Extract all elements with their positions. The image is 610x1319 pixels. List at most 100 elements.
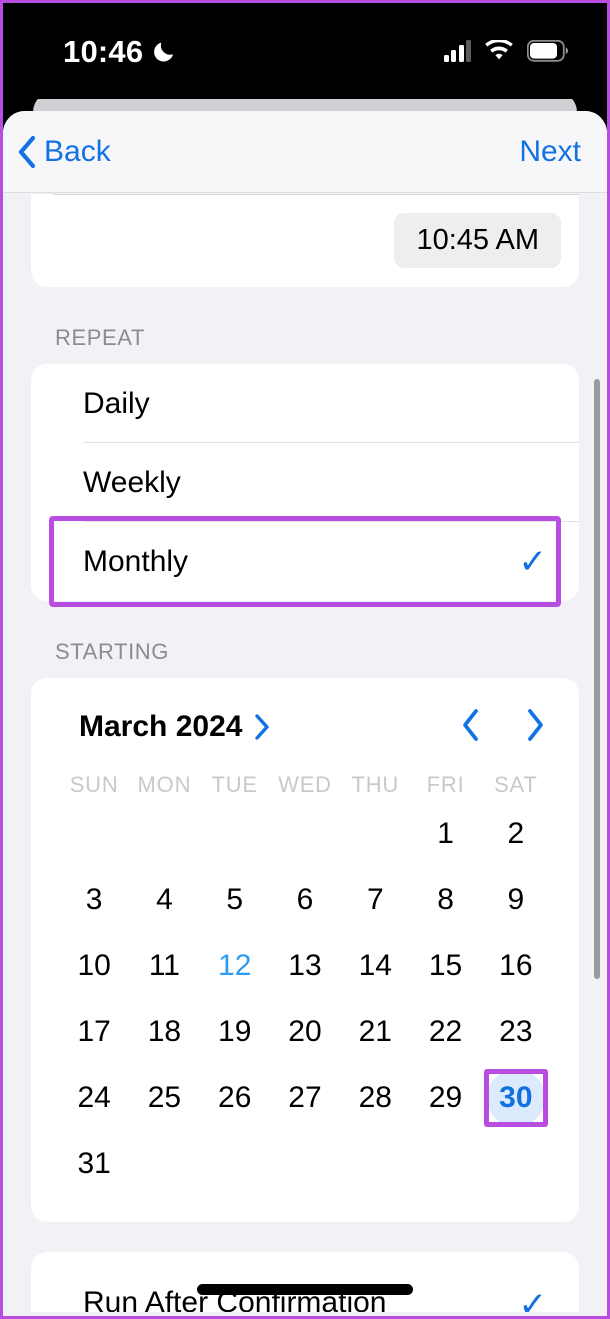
calendar-day-label: 24 xyxy=(77,1081,111,1114)
calendar-day-label: 8 xyxy=(437,883,454,916)
calendar-day-empty xyxy=(270,1134,340,1194)
calendar-week-row: 12 xyxy=(31,804,579,864)
repeat-option-weekly[interactable]: Weekly xyxy=(31,443,579,522)
calendar-day-label: 30 xyxy=(486,1069,545,1127)
chevron-right-icon xyxy=(255,714,270,740)
calendar-day-label: 14 xyxy=(358,949,392,982)
repeat-option-daily[interactable]: Daily xyxy=(31,364,579,443)
calendar-day-label: 20 xyxy=(288,1015,322,1048)
moon-icon xyxy=(154,42,174,62)
battery-icon xyxy=(527,40,568,62)
calendar-day-12[interactable]: 12 xyxy=(200,936,270,996)
repeat-section-label: REPEAT xyxy=(55,325,145,350)
calendar-day-label: 6 xyxy=(296,883,314,916)
calendar-day-empty xyxy=(340,804,410,864)
back-button[interactable]: Back xyxy=(17,135,111,169)
calendar-day-19[interactable]: 19 xyxy=(200,1002,270,1062)
calendar-day-4[interactable]: 4 xyxy=(129,870,199,930)
chevron-right-icon xyxy=(528,708,543,741)
calendar-day-16[interactable]: 16 xyxy=(481,936,551,996)
calendar-day-27[interactable]: 27 xyxy=(270,1068,340,1128)
calendar-day-25[interactable]: 25 xyxy=(129,1068,199,1128)
calendar-nav xyxy=(461,708,545,747)
calendar-day-1[interactable]: 1 xyxy=(410,804,480,864)
calendar-day-15[interactable]: 15 xyxy=(410,936,480,996)
calendar-day-14[interactable]: 14 xyxy=(340,936,410,996)
calendar-day-13[interactable]: 13 xyxy=(270,936,340,996)
calendar-prev-month-button[interactable] xyxy=(461,708,481,747)
calendar-day-label xyxy=(206,1135,264,1193)
calendar-day-28[interactable]: 28 xyxy=(340,1068,410,1128)
calendar-day-empty xyxy=(410,1134,480,1194)
calendar-day-label xyxy=(417,1135,475,1193)
calendar-next-month-button[interactable] xyxy=(525,708,545,747)
navigation-bar: Back Next xyxy=(3,111,607,193)
calendar-day-2[interactable]: 2 xyxy=(481,804,551,864)
status-bar-clock: 10:46 xyxy=(63,33,144,69)
calendar-week-row: 24 25 26 27 28 29 30 xyxy=(31,1068,579,1128)
wifi-icon xyxy=(485,40,513,60)
calendar-day-label xyxy=(346,1135,404,1193)
calendar-day-label: 28 xyxy=(358,1081,392,1114)
calendar-day-30[interactable]: 30 xyxy=(481,1068,551,1128)
calendar-day-label: 5 xyxy=(226,883,244,916)
calendar-day-label: 9 xyxy=(507,883,525,916)
calendar-day-29[interactable]: 29 xyxy=(410,1068,480,1128)
calendar-day-label: 2 xyxy=(507,817,525,850)
calendar-day-6[interactable]: 6 xyxy=(270,870,340,930)
weekday-label: SAT xyxy=(494,772,538,797)
calendar-week-row: 17 18 19 20 21 22 23 xyxy=(31,1002,579,1062)
calendar-day-label: 15 xyxy=(428,949,463,982)
starting-section-label: STARTING xyxy=(55,639,169,664)
checkmark-icon: ✓ xyxy=(518,542,548,581)
calendar-day-18[interactable]: 18 xyxy=(129,1002,199,1062)
status-bar: 10:46 xyxy=(3,3,607,99)
calendar-day-label: 1 xyxy=(437,817,454,850)
calendar-day-label xyxy=(346,805,404,863)
calendar-day-7[interactable]: 7 xyxy=(340,870,410,930)
calendar-day-empty xyxy=(129,804,199,864)
calendar-day-label: 4 xyxy=(156,883,173,916)
chevron-left-icon xyxy=(18,135,36,168)
calendar-day-8[interactable]: 8 xyxy=(410,870,480,930)
weekday-label: WED xyxy=(278,772,332,797)
calendar-day-label: 31 xyxy=(77,1147,111,1180)
calendar-day-label: 12 xyxy=(218,949,252,982)
calendar-day-label xyxy=(206,805,264,863)
time-card: 10:45 AM xyxy=(31,194,579,287)
calendar-day-label: 23 xyxy=(499,1015,533,1048)
run-after-confirmation-row[interactable]: Run After Confirmation ✓ xyxy=(31,1252,579,1312)
repeat-option-monthly[interactable]: Monthly ✓ xyxy=(31,516,579,607)
phone-screen: 10:46 Back Next 10:45 AM REPEAT Daily We… xyxy=(0,0,610,1319)
calendar-day-label: 3 xyxy=(85,883,103,916)
next-button[interactable]: Next xyxy=(519,136,581,167)
calendar-week-row: 3 4 5 6 7 8 9 xyxy=(31,870,579,930)
calendar-day-label: 22 xyxy=(428,1015,463,1048)
calendar-picker: March 2024 SUN MON TUE WED THU FRI SAT 1… xyxy=(31,678,579,1222)
calendar-day-5[interactable]: 5 xyxy=(200,870,270,930)
calendar-day-31[interactable]: 31 xyxy=(59,1134,129,1194)
calendar-day-10[interactable]: 10 xyxy=(59,936,129,996)
calendar-day-23[interactable]: 23 xyxy=(481,1002,551,1062)
calendar-day-empty xyxy=(129,1134,199,1194)
calendar-day-24[interactable]: 24 xyxy=(59,1068,129,1128)
calendar-day-21[interactable]: 21 xyxy=(340,1002,410,1062)
calendar-day-11[interactable]: 11 xyxy=(129,936,199,996)
calendar-day-17[interactable]: 17 xyxy=(59,1002,129,1062)
modal-sheet: Back Next 10:45 AM REPEAT Daily Weekly M… xyxy=(3,111,607,1316)
calendar-day-label: 10 xyxy=(77,949,111,982)
row-separator xyxy=(53,194,579,195)
calendar-day-22[interactable]: 22 xyxy=(410,1002,480,1062)
calendar-day-label: 18 xyxy=(147,1015,182,1048)
calendar-month-button[interactable]: March 2024 xyxy=(79,712,270,742)
calendar-day-20[interactable]: 20 xyxy=(270,1002,340,1062)
status-bar-right xyxy=(443,40,570,62)
calendar-day-26[interactable]: 26 xyxy=(200,1068,270,1128)
repeat-option-weekly-label: Weekly xyxy=(83,465,181,499)
calendar-day-9[interactable]: 9 xyxy=(481,870,551,930)
chevron-left-icon xyxy=(463,708,478,741)
calendar-day-3[interactable]: 3 xyxy=(59,870,129,930)
calendar-day-empty xyxy=(200,804,270,864)
time-value-button[interactable]: 10:45 AM xyxy=(394,213,561,268)
vertical-scrollbar[interactable] xyxy=(594,379,600,979)
